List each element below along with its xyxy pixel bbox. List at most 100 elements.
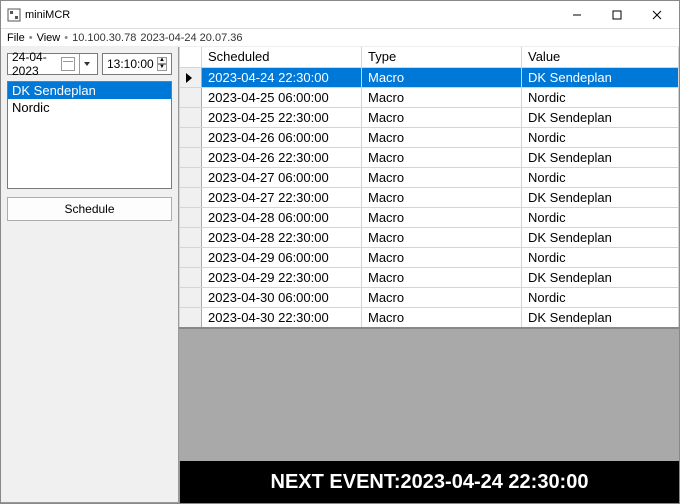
app-icon bbox=[7, 8, 21, 22]
row-header[interactable] bbox=[180, 107, 202, 127]
cell-type: Macro bbox=[362, 127, 522, 147]
cell-type: Macro bbox=[362, 247, 522, 267]
maximize-button[interactable] bbox=[597, 3, 637, 27]
cell-scheduled: 2023-04-28 22:30:00 bbox=[202, 227, 362, 247]
table-row[interactable]: 2023-04-24 22:30:00MacroDK Sendeplan bbox=[180, 67, 679, 87]
next-event-banner: NEXT EVENT: 2023-04-24 22:30:00 bbox=[179, 461, 679, 503]
col-scheduled[interactable]: Scheduled bbox=[202, 47, 362, 67]
cell-type: Macro bbox=[362, 207, 522, 227]
col-type[interactable]: Type bbox=[362, 47, 522, 67]
preset-list-item[interactable]: Nordic bbox=[8, 99, 171, 116]
row-header[interactable] bbox=[180, 167, 202, 187]
menu-file[interactable]: File bbox=[7, 32, 25, 44]
cell-scheduled: 2023-04-25 22:30:00 bbox=[202, 107, 362, 127]
date-value: 24-04-2023 bbox=[12, 50, 61, 78]
titlebar: miniMCR bbox=[1, 1, 679, 29]
table-row[interactable]: 2023-04-26 22:30:00MacroDK Sendeplan bbox=[180, 147, 679, 167]
table-row[interactable]: 2023-04-28 22:30:00MacroDK Sendeplan bbox=[180, 227, 679, 247]
schedule-button-label: Schedule bbox=[64, 202, 114, 216]
table-row[interactable]: 2023-04-28 06:00:00MacroNordic bbox=[180, 207, 679, 227]
cell-type: Macro bbox=[362, 67, 522, 87]
cell-value: Nordic bbox=[522, 247, 679, 267]
cell-value: DK Sendeplan bbox=[522, 307, 679, 328]
cell-scheduled: 2023-04-30 22:30:00 bbox=[202, 307, 362, 328]
grid-header-row: Scheduled Type Value bbox=[180, 47, 679, 67]
table-row[interactable]: 2023-04-30 22:30:00MacroDK Sendeplan bbox=[180, 307, 679, 328]
table-row[interactable]: 2023-04-26 06:00:00MacroNordic bbox=[180, 127, 679, 147]
cell-scheduled: 2023-04-27 06:00:00 bbox=[202, 167, 362, 187]
sidebar: 24-04-2023 13:10:00 ▲▼ DK SendeplanNordi… bbox=[1, 47, 179, 503]
row-header[interactable] bbox=[180, 187, 202, 207]
cell-type: Macro bbox=[362, 107, 522, 127]
cell-type: Macro bbox=[362, 187, 522, 207]
window-title: miniMCR bbox=[25, 9, 70, 21]
close-button[interactable] bbox=[637, 3, 677, 27]
cell-type: Macro bbox=[362, 147, 522, 167]
cell-type: Macro bbox=[362, 307, 522, 328]
time-value: 13:10:00 bbox=[107, 57, 154, 71]
next-event-prefix: NEXT EVENT: bbox=[271, 471, 401, 494]
cell-value: Nordic bbox=[522, 207, 679, 227]
menu-view[interactable]: View bbox=[37, 32, 61, 44]
date-dropdown-icon[interactable] bbox=[79, 54, 93, 74]
cell-type: Macro bbox=[362, 227, 522, 247]
cell-value: DK Sendeplan bbox=[522, 227, 679, 247]
table-row[interactable]: 2023-04-30 06:00:00MacroNordic bbox=[180, 287, 679, 307]
schedule-grid[interactable]: Scheduled Type Value 2023-04-24 22:30:00… bbox=[179, 47, 679, 461]
cell-type: Macro bbox=[362, 287, 522, 307]
col-value[interactable]: Value bbox=[522, 47, 679, 67]
row-header[interactable] bbox=[180, 227, 202, 247]
table-row[interactable]: 2023-04-27 06:00:00MacroNordic bbox=[180, 167, 679, 187]
cell-value: Nordic bbox=[522, 287, 679, 307]
cell-value: DK Sendeplan bbox=[522, 187, 679, 207]
cell-scheduled: 2023-04-24 22:30:00 bbox=[202, 67, 362, 87]
time-spinner[interactable]: ▲▼ bbox=[157, 57, 167, 71]
cell-value: DK Sendeplan bbox=[522, 147, 679, 167]
cell-scheduled: 2023-04-26 22:30:00 bbox=[202, 147, 362, 167]
cell-value: Nordic bbox=[522, 127, 679, 147]
table-row[interactable]: 2023-04-27 22:30:00MacroDK Sendeplan bbox=[180, 187, 679, 207]
cell-type: Macro bbox=[362, 87, 522, 107]
date-input[interactable]: 24-04-2023 bbox=[7, 53, 98, 75]
menu-separator: • bbox=[29, 32, 33, 44]
row-header[interactable] bbox=[180, 87, 202, 107]
row-header[interactable] bbox=[180, 67, 202, 87]
row-header[interactable] bbox=[180, 267, 202, 287]
row-header[interactable] bbox=[180, 127, 202, 147]
cell-value: DK Sendeplan bbox=[522, 107, 679, 127]
calendar-icon[interactable] bbox=[61, 57, 75, 71]
status-time: 2023-04-24 20.07.36 bbox=[140, 32, 242, 44]
status-ip: 10.100.30.78 bbox=[72, 32, 136, 44]
menu-separator: • bbox=[64, 32, 68, 44]
cell-value: DK Sendeplan bbox=[522, 67, 679, 87]
preset-list-item[interactable]: DK Sendeplan bbox=[8, 82, 171, 99]
row-header-blank bbox=[180, 47, 202, 67]
cell-scheduled: 2023-04-29 22:30:00 bbox=[202, 267, 362, 287]
cell-scheduled: 2023-04-25 06:00:00 bbox=[202, 87, 362, 107]
table-row[interactable]: 2023-04-29 22:30:00MacroDK Sendeplan bbox=[180, 267, 679, 287]
preset-listbox[interactable]: DK SendeplanNordic bbox=[7, 81, 172, 189]
cell-type: Macro bbox=[362, 267, 522, 287]
cell-scheduled: 2023-04-30 06:00:00 bbox=[202, 287, 362, 307]
table-row[interactable]: 2023-04-29 06:00:00MacroNordic bbox=[180, 247, 679, 267]
row-header[interactable] bbox=[180, 247, 202, 267]
cell-type: Macro bbox=[362, 167, 522, 187]
row-header[interactable] bbox=[180, 287, 202, 307]
row-header[interactable] bbox=[180, 207, 202, 227]
row-header[interactable] bbox=[180, 147, 202, 167]
table-row[interactable]: 2023-04-25 06:00:00MacroNordic bbox=[180, 87, 679, 107]
schedule-button[interactable]: Schedule bbox=[7, 197, 172, 221]
cell-scheduled: 2023-04-26 06:00:00 bbox=[202, 127, 362, 147]
time-input[interactable]: 13:10:00 ▲▼ bbox=[102, 53, 172, 75]
cell-scheduled: 2023-04-29 06:00:00 bbox=[202, 247, 362, 267]
minimize-button[interactable] bbox=[557, 3, 597, 27]
cell-value: Nordic bbox=[522, 87, 679, 107]
menubar: File • View • 10.100.30.78 2023-04-24 20… bbox=[1, 29, 679, 47]
cell-value: Nordic bbox=[522, 167, 679, 187]
next-event-time: 2023-04-24 22:30:00 bbox=[401, 471, 589, 494]
cell-value: DK Sendeplan bbox=[522, 267, 679, 287]
row-header[interactable] bbox=[180, 307, 202, 328]
table-row[interactable]: 2023-04-25 22:30:00MacroDK Sendeplan bbox=[180, 107, 679, 127]
cell-scheduled: 2023-04-27 22:30:00 bbox=[202, 187, 362, 207]
cell-scheduled: 2023-04-28 06:00:00 bbox=[202, 207, 362, 227]
